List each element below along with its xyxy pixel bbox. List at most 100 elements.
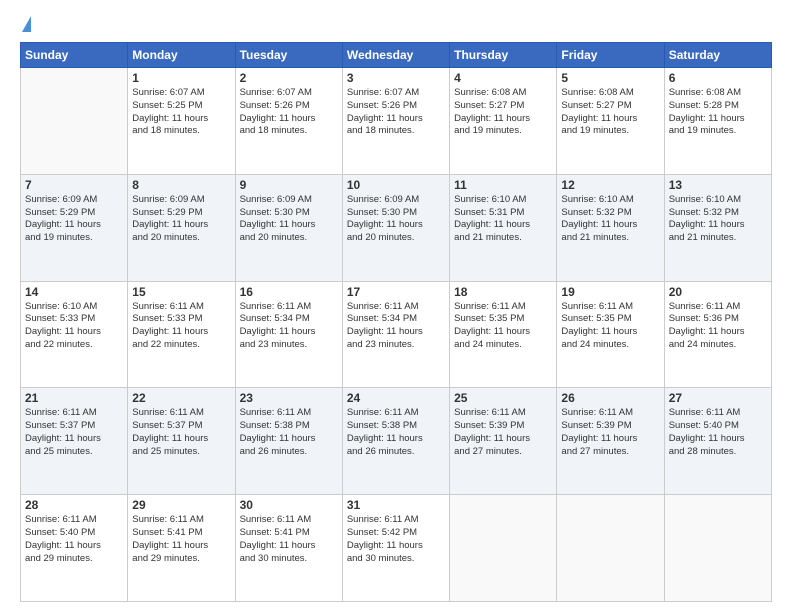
cell-info: Sunrise: 6:09 AM Sunset: 5:30 PM Dayligh… bbox=[347, 194, 445, 245]
col-header-tuesday: Tuesday bbox=[235, 43, 342, 68]
cell-info: Sunrise: 6:11 AM Sunset: 5:37 PM Dayligh… bbox=[25, 407, 123, 458]
page: SundayMondayTuesdayWednesdayThursdayFrid… bbox=[0, 0, 792, 612]
calendar-week-row: 7 Sunrise: 6:09 AM Sunset: 5:29 PM Daylig… bbox=[21, 174, 772, 281]
cell-info: Sunrise: 6:11 AM Sunset: 5:42 PM Dayligh… bbox=[347, 514, 445, 565]
calendar-cell: 29 Sunrise: 6:11 AM Sunset: 5:41 PM Dayli… bbox=[128, 495, 235, 602]
day-number: 1 bbox=[132, 71, 230, 85]
cell-info: Sunrise: 6:07 AM Sunset: 5:26 PM Dayligh… bbox=[347, 87, 445, 138]
calendar-cell: 31 Sunrise: 6:11 AM Sunset: 5:42 PM Dayli… bbox=[342, 495, 449, 602]
day-number: 18 bbox=[454, 285, 552, 299]
calendar-cell: 18 Sunrise: 6:11 AM Sunset: 5:35 PM Dayli… bbox=[450, 281, 557, 388]
calendar-cell: 23 Sunrise: 6:11 AM Sunset: 5:38 PM Dayli… bbox=[235, 388, 342, 495]
calendar-cell: 21 Sunrise: 6:11 AM Sunset: 5:37 PM Dayli… bbox=[21, 388, 128, 495]
cell-info: Sunrise: 6:11 AM Sunset: 5:33 PM Dayligh… bbox=[132, 301, 230, 352]
cell-info: Sunrise: 6:11 AM Sunset: 5:37 PM Dayligh… bbox=[132, 407, 230, 458]
logo bbox=[20, 16, 31, 32]
cell-info: Sunrise: 6:10 AM Sunset: 5:32 PM Dayligh… bbox=[669, 194, 767, 245]
col-header-monday: Monday bbox=[128, 43, 235, 68]
day-number: 5 bbox=[561, 71, 659, 85]
calendar-cell: 5 Sunrise: 6:08 AM Sunset: 5:27 PM Daylig… bbox=[557, 68, 664, 175]
calendar-cell: 20Sunrise: 6:11 AM Sunset: 5:36 PM Dayli… bbox=[664, 281, 771, 388]
col-header-wednesday: Wednesday bbox=[342, 43, 449, 68]
cell-info: Sunrise: 6:08 AM Sunset: 5:27 PM Dayligh… bbox=[561, 87, 659, 138]
calendar-cell bbox=[557, 495, 664, 602]
calendar-cell: 4 Sunrise: 6:08 AM Sunset: 5:27 PM Daylig… bbox=[450, 68, 557, 175]
day-number: 27 bbox=[669, 391, 767, 405]
cell-info: Sunrise: 6:11 AM Sunset: 5:34 PM Dayligh… bbox=[347, 301, 445, 352]
calendar-cell: 9 Sunrise: 6:09 AM Sunset: 5:30 PM Daylig… bbox=[235, 174, 342, 281]
calendar-week-row: 28 Sunrise: 6:11 AM Sunset: 5:40 PM Dayli… bbox=[21, 495, 772, 602]
calendar-cell bbox=[21, 68, 128, 175]
calendar-cell: 2 Sunrise: 6:07 AM Sunset: 5:26 PM Daylig… bbox=[235, 68, 342, 175]
day-number: 30 bbox=[240, 498, 338, 512]
col-header-saturday: Saturday bbox=[664, 43, 771, 68]
day-number: 14 bbox=[25, 285, 123, 299]
cell-info: Sunrise: 6:10 AM Sunset: 5:33 PM Dayligh… bbox=[25, 301, 123, 352]
day-number: 4 bbox=[454, 71, 552, 85]
calendar-cell: 6 Sunrise: 6:08 AM Sunset: 5:28 PM Daylig… bbox=[664, 68, 771, 175]
calendar-week-row: 14 Sunrise: 6:10 AM Sunset: 5:33 PM Dayli… bbox=[21, 281, 772, 388]
calendar-table: SundayMondayTuesdayWednesdayThursdayFrid… bbox=[20, 42, 772, 602]
calendar-cell bbox=[450, 495, 557, 602]
cell-info: Sunrise: 6:11 AM Sunset: 5:39 PM Dayligh… bbox=[454, 407, 552, 458]
calendar-cell: 3 Sunrise: 6:07 AM Sunset: 5:26 PM Daylig… bbox=[342, 68, 449, 175]
day-number: 20 bbox=[669, 285, 767, 299]
calendar-cell: 24 Sunrise: 6:11 AM Sunset: 5:38 PM Dayli… bbox=[342, 388, 449, 495]
day-number: 25 bbox=[454, 391, 552, 405]
calendar-cell: 1 Sunrise: 6:07 AM Sunset: 5:25 PM Daylig… bbox=[128, 68, 235, 175]
day-number: 6 bbox=[669, 71, 767, 85]
cell-info: Sunrise: 6:11 AM Sunset: 5:38 PM Dayligh… bbox=[347, 407, 445, 458]
calendar-cell: 13 Sunrise: 6:10 AM Sunset: 5:32 PM Dayli… bbox=[664, 174, 771, 281]
calendar-week-row: 1 Sunrise: 6:07 AM Sunset: 5:25 PM Daylig… bbox=[21, 68, 772, 175]
day-number: 22 bbox=[132, 391, 230, 405]
calendar-header-row: SundayMondayTuesdayWednesdayThursdayFrid… bbox=[21, 43, 772, 68]
calendar-cell: 15 Sunrise: 6:11 AM Sunset: 5:33 PM Dayli… bbox=[128, 281, 235, 388]
day-number: 29 bbox=[132, 498, 230, 512]
day-number: 15 bbox=[132, 285, 230, 299]
cell-info: Sunrise: 6:11 AM Sunset: 5:40 PM Dayligh… bbox=[669, 407, 767, 458]
day-number: 31 bbox=[347, 498, 445, 512]
day-number: 3 bbox=[347, 71, 445, 85]
cell-info: Sunrise: 6:11 AM Sunset: 5:41 PM Dayligh… bbox=[132, 514, 230, 565]
day-number: 12 bbox=[561, 178, 659, 192]
day-number: 9 bbox=[240, 178, 338, 192]
calendar-cell bbox=[664, 495, 771, 602]
day-number: 28 bbox=[25, 498, 123, 512]
calendar-cell: 22 Sunrise: 6:11 AM Sunset: 5:37 PM Dayli… bbox=[128, 388, 235, 495]
day-number: 17 bbox=[347, 285, 445, 299]
calendar-cell: 14 Sunrise: 6:10 AM Sunset: 5:33 PM Dayli… bbox=[21, 281, 128, 388]
calendar-cell: 30 Sunrise: 6:11 AM Sunset: 5:41 PM Dayli… bbox=[235, 495, 342, 602]
calendar-cell: 12Sunrise: 6:10 AM Sunset: 5:32 PM Dayli… bbox=[557, 174, 664, 281]
cell-info: Sunrise: 6:11 AM Sunset: 5:38 PM Dayligh… bbox=[240, 407, 338, 458]
day-number: 2 bbox=[240, 71, 338, 85]
cell-info: Sunrise: 6:11 AM Sunset: 5:34 PM Dayligh… bbox=[240, 301, 338, 352]
cell-info: Sunrise: 6:08 AM Sunset: 5:27 PM Dayligh… bbox=[454, 87, 552, 138]
cell-info: Sunrise: 6:07 AM Sunset: 5:25 PM Dayligh… bbox=[132, 87, 230, 138]
calendar-cell: 25 Sunrise: 6:11 AM Sunset: 5:39 PM Dayli… bbox=[450, 388, 557, 495]
calendar-cell: 10Sunrise: 6:09 AM Sunset: 5:30 PM Dayli… bbox=[342, 174, 449, 281]
calendar-cell: 17 Sunrise: 6:11 AM Sunset: 5:34 PM Dayli… bbox=[342, 281, 449, 388]
cell-info: Sunrise: 6:11 AM Sunset: 5:41 PM Dayligh… bbox=[240, 514, 338, 565]
col-header-sunday: Sunday bbox=[21, 43, 128, 68]
day-number: 24 bbox=[347, 391, 445, 405]
calendar-cell: 16 Sunrise: 6:11 AM Sunset: 5:34 PM Dayli… bbox=[235, 281, 342, 388]
calendar-week-row: 21 Sunrise: 6:11 AM Sunset: 5:37 PM Dayli… bbox=[21, 388, 772, 495]
day-number: 7 bbox=[25, 178, 123, 192]
day-number: 21 bbox=[25, 391, 123, 405]
calendar-cell: 26Sunrise: 6:11 AM Sunset: 5:39 PM Dayli… bbox=[557, 388, 664, 495]
cell-info: Sunrise: 6:08 AM Sunset: 5:28 PM Dayligh… bbox=[669, 87, 767, 138]
cell-info: Sunrise: 6:09 AM Sunset: 5:30 PM Dayligh… bbox=[240, 194, 338, 245]
day-number: 13 bbox=[669, 178, 767, 192]
cell-info: Sunrise: 6:11 AM Sunset: 5:40 PM Dayligh… bbox=[25, 514, 123, 565]
cell-info: Sunrise: 6:11 AM Sunset: 5:35 PM Dayligh… bbox=[454, 301, 552, 352]
day-number: 11 bbox=[454, 178, 552, 192]
cell-info: Sunrise: 6:09 AM Sunset: 5:29 PM Dayligh… bbox=[25, 194, 123, 245]
day-number: 8 bbox=[132, 178, 230, 192]
day-number: 23 bbox=[240, 391, 338, 405]
calendar-cell: 11Sunrise: 6:10 AM Sunset: 5:31 PM Dayli… bbox=[450, 174, 557, 281]
calendar-cell: 27 Sunrise: 6:11 AM Sunset: 5:40 PM Dayli… bbox=[664, 388, 771, 495]
day-number: 26 bbox=[561, 391, 659, 405]
header bbox=[20, 16, 772, 32]
cell-info: Sunrise: 6:07 AM Sunset: 5:26 PM Dayligh… bbox=[240, 87, 338, 138]
day-number: 16 bbox=[240, 285, 338, 299]
